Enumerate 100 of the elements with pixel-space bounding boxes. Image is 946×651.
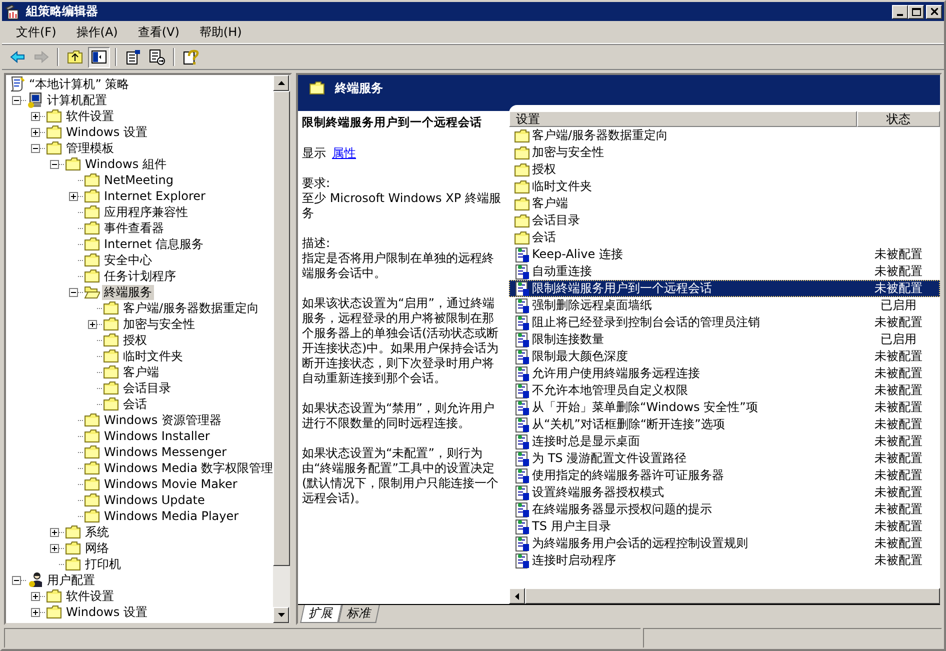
column-header[interactable]: 状态 xyxy=(857,111,940,127)
properties-link[interactable]: 属性 xyxy=(332,146,356,160)
tree-item[interactable]: 应用程序兼容性 xyxy=(102,204,190,220)
list-row[interactable]: 加密与安全性 xyxy=(509,144,940,161)
setting-state: 未被配置 xyxy=(874,348,924,365)
tree-item[interactable]: Windows Media Player xyxy=(102,508,241,524)
tree-item[interactable]: 软件设置 xyxy=(64,108,116,124)
close-button[interactable] xyxy=(926,4,942,18)
minimize-button[interactable] xyxy=(892,4,908,18)
maximize-icon xyxy=(912,8,920,16)
list-row[interactable]: TS 用户主目录 未被配置 xyxy=(509,518,940,535)
tree-item[interactable]: 临时文件夹 xyxy=(121,348,185,364)
tree-item[interactable]: Windows Media 数字权限管理 xyxy=(102,460,273,476)
expand-icon[interactable] xyxy=(69,192,78,200)
list-row[interactable]: 客户端/服务器数据重定向 xyxy=(509,127,940,144)
tree-item[interactable]: 用户配置 xyxy=(45,572,97,588)
list-row[interactable]: 客户端 xyxy=(509,195,940,212)
collapse-icon[interactable] xyxy=(12,96,21,104)
policy-setting-icon xyxy=(514,416,530,432)
setting-title: 限制終端服务用户到一个远程会话 xyxy=(302,115,483,130)
expand-icon[interactable] xyxy=(31,592,40,600)
tree-item[interactable]: 计算机配置 xyxy=(45,92,109,108)
menu-item[interactable]: 帮助(H) xyxy=(189,22,252,42)
list-row[interactable]: 为 TS 漫游配置文件设置路径 未被配置 xyxy=(509,450,940,467)
list-row[interactable]: 限制終端服务用户到一个远程会话 未被配置 xyxy=(509,280,940,297)
expand-icon[interactable] xyxy=(50,528,59,536)
folder-icon xyxy=(103,364,119,380)
scroll-left-button[interactable] xyxy=(509,588,525,604)
list-row[interactable]: 连接时启动程序 未被配置 xyxy=(509,552,940,569)
list-row[interactable]: 临时文件夹 xyxy=(509,178,940,195)
collapse-icon[interactable] xyxy=(50,160,59,168)
tree-item[interactable]: 会话目录 xyxy=(121,380,173,396)
tree-item[interactable]: 終端服务 xyxy=(102,284,154,300)
list-row[interactable]: 使用指定的終端服务器许可证服务器 未被配置 xyxy=(509,467,940,484)
tree-item[interactable]: Internet 信息服务 xyxy=(102,236,206,252)
tab[interactable]: 标准 xyxy=(338,605,380,623)
list-row[interactable]: 限制最大颜色深度 未被配置 xyxy=(509,348,940,365)
tree-item[interactable]: 管理模板 xyxy=(64,140,116,156)
tree-item[interactable]: 加密与安全性 xyxy=(121,316,197,332)
tree-item[interactable]: 软件设置 xyxy=(64,588,116,604)
tab[interactable]: 扩展 xyxy=(300,605,342,623)
list-row[interactable]: 不允许本地管理员自定义权限 未被配置 xyxy=(509,382,940,399)
menu-item[interactable]: 查看(V) xyxy=(128,22,190,42)
list-row[interactable]: 授权 xyxy=(509,161,940,178)
list-row[interactable]: 限制连接数量 已启用 xyxy=(509,331,940,348)
tree-item[interactable]: 客户端/服务器数据重定向 xyxy=(121,300,262,316)
expand-icon[interactable] xyxy=(31,128,40,136)
expand-icon[interactable] xyxy=(50,544,59,552)
tree-item[interactable]: “本地计算机” 策略 xyxy=(27,76,132,92)
folder-icon xyxy=(514,230,530,246)
list-row[interactable]: 阻止将已经登录到控制台会话的管理员注销 未被配置 xyxy=(509,314,940,331)
tree-item[interactable]: Windows 资源管理器 xyxy=(102,412,224,428)
tree-item[interactable]: 授权 xyxy=(121,332,149,348)
collapse-icon[interactable] xyxy=(12,576,21,584)
scroll-down-button[interactable] xyxy=(273,607,289,623)
collapse-icon[interactable] xyxy=(31,144,40,152)
list-row[interactable]: 在終端服务器显示授权问题的提示 未被配置 xyxy=(509,501,940,518)
list-row[interactable]: 连接时总是显示桌面 未被配置 xyxy=(509,433,940,450)
tree-item[interactable]: Internet Explorer xyxy=(102,188,208,204)
maximize-button[interactable] xyxy=(908,4,924,18)
tree-item[interactable]: Windows Movie Maker xyxy=(102,476,240,492)
tree-item[interactable]: 会话 xyxy=(121,396,149,412)
column-header[interactable]: 设置 xyxy=(509,111,857,127)
tree-item[interactable]: Windows Messenger xyxy=(102,444,229,460)
tree-item[interactable]: NetMeeting xyxy=(102,172,176,188)
menu-item[interactable]: 操作(A) xyxy=(66,22,128,42)
tree-item[interactable]: 事件查看器 xyxy=(102,220,166,236)
menu-item[interactable]: 文件(F) xyxy=(6,22,66,42)
tree-item[interactable]: Windows Installer xyxy=(102,428,212,444)
scroll-up-button[interactable] xyxy=(273,75,289,91)
list-row[interactable]: 会话目录 xyxy=(509,212,940,229)
tree-item[interactable]: Windows Update xyxy=(102,492,207,508)
tree-item[interactable]: 任务计划程序 xyxy=(102,268,178,284)
list-row[interactable]: 从「开始」菜单删除“Windows 安全性”项 未被配置 xyxy=(509,399,940,416)
tree-pane-icon xyxy=(91,49,107,65)
expand-icon[interactable] xyxy=(88,320,97,328)
tree-item[interactable]: 打印机 xyxy=(83,556,123,572)
expand-icon[interactable] xyxy=(31,608,40,616)
expand-icon[interactable] xyxy=(31,112,40,120)
tree-item[interactable]: Windows 设置 xyxy=(64,124,150,140)
list-row[interactable]: 为終端服务用户会话的远程控制设置规则 未被配置 xyxy=(509,535,940,552)
tree-item[interactable]: Windows 设置 xyxy=(64,604,150,620)
tree-pane-button[interactable] xyxy=(88,46,110,68)
list-row[interactable]: 会话 xyxy=(509,229,940,246)
collapse-icon[interactable] xyxy=(69,288,78,296)
tree-item[interactable]: Windows 組件 xyxy=(83,156,168,172)
list-row[interactable]: 强制删除远程桌面墙纸 已启用 xyxy=(509,297,940,314)
tree-item[interactable]: 网络 xyxy=(83,540,111,556)
folder-icon xyxy=(84,268,100,284)
list-row[interactable]: 自动重连接 未被配置 xyxy=(509,263,940,280)
folder-icon xyxy=(46,124,62,140)
tree-item[interactable]: 系统 xyxy=(83,524,111,540)
folder-icon xyxy=(514,212,530,228)
show-label: 显示 xyxy=(302,146,326,160)
list-row[interactable]: 允许用户使用終端服务远程连接 未被配置 xyxy=(509,365,940,382)
list-row[interactable]: Keep-Alive 连接 未被配置 xyxy=(509,246,940,263)
list-row[interactable]: 从“关机”对话框删除“断开连接”选项 未被配置 xyxy=(509,416,940,433)
tree-item[interactable]: 安全中心 xyxy=(102,252,154,268)
list-row[interactable]: 设置終端服务器授权模式 未被配置 xyxy=(509,484,940,501)
tree-item[interactable]: 客户端 xyxy=(121,364,161,380)
